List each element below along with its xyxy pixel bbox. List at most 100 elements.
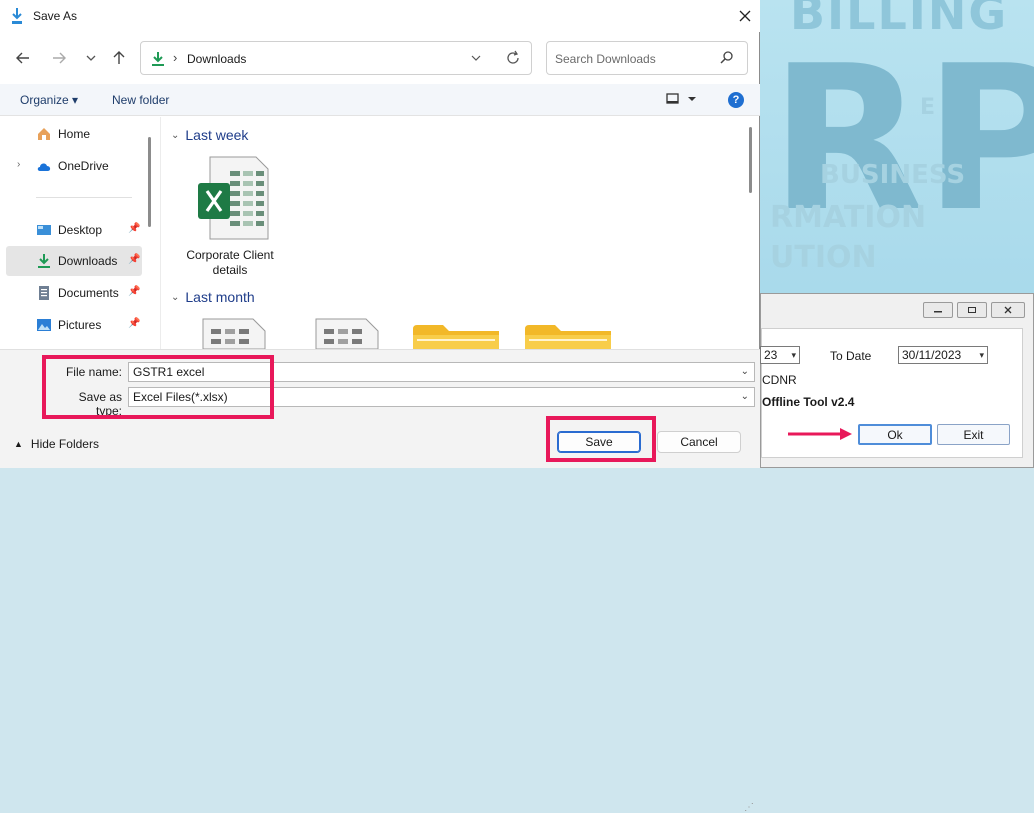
- arrow-left-icon: [16, 52, 29, 64]
- cancel-button[interactable]: Cancel: [657, 431, 741, 453]
- file-item[interactable]: Corporate Client details: [183, 155, 277, 278]
- excel-file-icon[interactable]: [314, 317, 380, 349]
- close-icon: [739, 10, 751, 22]
- excel-file-icon[interactable]: [201, 317, 267, 349]
- group-label: Last week: [185, 127, 249, 143]
- download-icon: [152, 52, 164, 66]
- sidebar-item-label: Desktop: [58, 223, 103, 237]
- from-date-value: 23: [764, 348, 778, 362]
- search-input[interactable]: Search Downloads: [546, 41, 748, 75]
- new-folder-button[interactable]: New folder: [112, 93, 169, 107]
- group-header-last-month[interactable]: ⌄ Last month: [171, 289, 255, 305]
- title-bar: Save As: [0, 0, 760, 32]
- excel-file-icon: [198, 156, 269, 240]
- document-icon: [39, 286, 49, 300]
- group-header-last-week[interactable]: ⌄ Last week: [171, 127, 248, 143]
- sidebar-item-label: Home: [58, 127, 91, 141]
- help-icon[interactable]: ?: [728, 92, 744, 108]
- navigation-bar: › Downloads Search Downloads: [0, 38, 760, 78]
- back-button[interactable]: [12, 48, 34, 68]
- pin-icon[interactable]: 📌: [128, 223, 140, 234]
- maximize-button[interactable]: [957, 302, 987, 318]
- sidebar-item-desktop[interactable]: Desktop 📌: [6, 215, 142, 245]
- scrollbar[interactable]: [749, 127, 752, 193]
- up-button[interactable]: [108, 48, 130, 68]
- hide-folders-label: Hide Folders: [30, 437, 99, 451]
- home-icon: [38, 128, 50, 140]
- view-layout-icon: [666, 93, 696, 104]
- sidebar-item-documents[interactable]: Documents 📌: [6, 278, 142, 308]
- search-icon: [720, 51, 733, 64]
- forward-button[interactable]: [48, 48, 70, 68]
- from-date-select[interactable]: 23 ▾: [760, 346, 800, 364]
- sidebar-item-label: Pictures: [58, 318, 102, 332]
- cloud-icon: [37, 163, 51, 171]
- minimize-icon: [934, 311, 942, 313]
- desktop-icon: [37, 225, 51, 235]
- recent-locations-button[interactable]: [80, 48, 102, 68]
- window-close-button[interactable]: [991, 302, 1025, 318]
- pointer-arrow-icon: [788, 428, 852, 440]
- scrollbar[interactable]: [148, 137, 151, 227]
- to-date-value: 30/11/2023: [902, 348, 962, 362]
- ok-button[interactable]: Ok: [858, 424, 932, 445]
- file-name: Corporate Client details: [186, 248, 274, 277]
- highlight-box: [546, 416, 656, 462]
- dialog-close-button[interactable]: [733, 6, 757, 26]
- sidebar-item-label: Documents: [58, 286, 119, 300]
- sidebar-item-downloads[interactable]: Downloads 📌: [6, 246, 142, 276]
- logo-fragment: BUSINESS: [820, 160, 966, 190]
- tool-version-label: Offline Tool v2.4: [762, 395, 855, 409]
- arrow-right-icon: [53, 52, 66, 64]
- pin-icon[interactable]: 📌: [128, 318, 140, 329]
- logo-fragment: E: [920, 95, 936, 120]
- save-as-app-icon: [12, 8, 22, 24]
- minimize-button[interactable]: [923, 302, 953, 318]
- view-options-button[interactable]: [666, 92, 696, 109]
- download-icon: [38, 254, 50, 268]
- chevron-down-icon: ⌄: [171, 129, 180, 141]
- restore-icon: [968, 307, 976, 313]
- chevron-down-icon: ⌄: [171, 291, 180, 303]
- file-list: ⌄ Last week Corporate Client details ⌄ L…: [160, 117, 758, 349]
- breadcrumb-location[interactable]: Downloads: [187, 52, 246, 66]
- refresh-icon[interactable]: [505, 48, 521, 68]
- chevron-down-icon[interactable]: ⌄: [741, 363, 749, 381]
- cdnr-label: CDNR: [762, 373, 797, 387]
- hide-folders-button[interactable]: ▲ Hide Folders: [14, 437, 99, 451]
- to-date-select[interactable]: 30/11/2023 ▾: [898, 346, 988, 364]
- chevron-up-icon: ▲: [14, 439, 23, 449]
- highlight-box: [42, 355, 274, 419]
- close-icon: [1004, 306, 1012, 314]
- logo-fragment: RMATION: [770, 200, 927, 235]
- dialog-title: Save As: [33, 9, 78, 23]
- chevron-down-icon[interactable]: ⌄: [741, 388, 749, 406]
- picture-icon: [37, 319, 51, 331]
- breadcrumb-separator-icon: ›: [173, 50, 178, 65]
- address-bar[interactable]: › Downloads: [140, 41, 532, 75]
- logo-fragment: UTION: [770, 240, 877, 275]
- folder-icon[interactable]: [413, 325, 499, 349]
- to-date-label: To Date: [830, 349, 872, 363]
- chevron-down-icon[interactable]: [471, 50, 481, 66]
- arrow-up-icon: [113, 51, 125, 64]
- search-placeholder: Search Downloads: [555, 52, 656, 66]
- chevron-down-icon: ▾: [979, 350, 984, 360]
- chevron-down-icon: [86, 55, 96, 61]
- pin-icon[interactable]: 📌: [128, 286, 140, 297]
- folder-icon[interactable]: [525, 325, 611, 349]
- sidebar-item-pictures[interactable]: Pictures 📌: [6, 310, 142, 340]
- command-bar: Organize ▾ New folder ?: [0, 84, 760, 116]
- navigation-pane: Home › OneDrive Desktop 📌 Downloads 📌 Do…: [0, 117, 158, 349]
- pin-icon[interactable]: 📌: [128, 254, 140, 265]
- sidebar-item-onedrive[interactable]: OneDrive: [6, 151, 142, 181]
- group-label: Last month: [185, 289, 255, 305]
- sidebar-item-home[interactable]: Home: [6, 119, 142, 149]
- chevron-down-icon: ▾: [791, 350, 796, 360]
- sidebar-divider: [36, 197, 132, 198]
- sidebar-item-label: Downloads: [58, 254, 118, 268]
- resize-grip-icon[interactable]: ⋰: [744, 802, 754, 813]
- exit-button[interactable]: Exit: [937, 424, 1010, 445]
- organize-button[interactable]: Organize ▾: [20, 93, 78, 107]
- sidebar-item-label: OneDrive: [58, 159, 109, 173]
